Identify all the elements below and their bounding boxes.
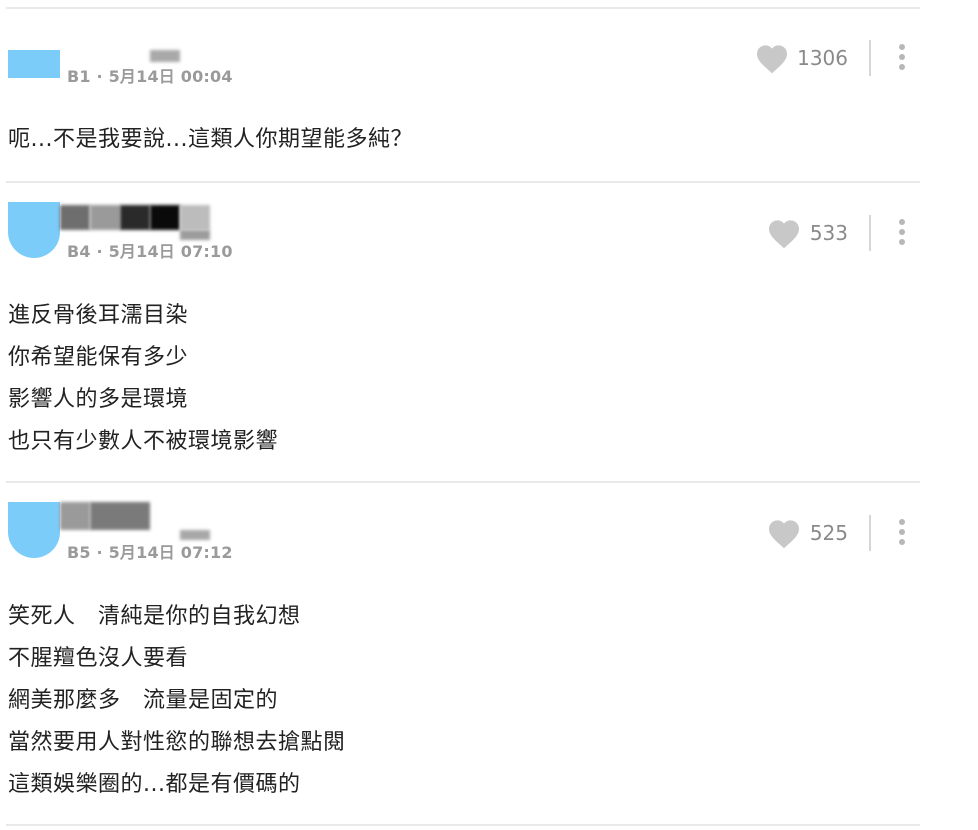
like-count: 525 xyxy=(809,521,848,545)
username-redacted xyxy=(120,205,150,230)
more-options-button[interactable] xyxy=(892,219,912,249)
like-button[interactable] xyxy=(755,44,791,76)
more-vertical-icon xyxy=(892,44,912,70)
heart-icon xyxy=(769,520,799,549)
more-options-button[interactable] xyxy=(892,519,912,549)
floor-label: B1 xyxy=(67,67,91,86)
post-time: 00:04 xyxy=(180,67,233,86)
vertical-divider xyxy=(869,40,871,76)
post-date: 5月14日 xyxy=(108,67,175,86)
vertical-divider xyxy=(869,215,871,251)
username-redacted xyxy=(150,50,180,62)
username-redacted xyxy=(60,205,90,230)
like-button[interactable] xyxy=(767,519,803,551)
heart-icon xyxy=(769,220,799,249)
username-redacted xyxy=(90,502,150,530)
floor-label: B5 xyxy=(67,543,91,562)
avatar[interactable] xyxy=(8,502,60,558)
post-date: 5月14日 xyxy=(108,242,175,261)
vertical-divider xyxy=(869,515,871,551)
avatar[interactable] xyxy=(8,202,60,258)
meta-separator: · xyxy=(96,242,103,261)
comment-text-line: 不腥羶色沒人要看 xyxy=(8,646,189,671)
comment-text-line: 這類娛樂圈的...都是有價碼的 xyxy=(8,772,301,797)
username-redacted xyxy=(90,205,120,230)
comment-text-line: 網美那麼多 流量是固定的 xyxy=(8,688,279,713)
comment-meta: B5 · 5月14日 07:12 xyxy=(67,539,233,563)
divider xyxy=(6,181,920,183)
comment-text-line: 呃...不是我要說...這類人你期望能多純？ xyxy=(8,127,413,152)
comment-meta: B4 · 5月14日 07:10 xyxy=(67,238,233,262)
floor-label: B4 xyxy=(67,242,91,261)
comment-text-line: 影響人的多是環境 xyxy=(8,387,189,412)
comment-thread: B1 · 5月14日 00:04 1306 呃...不是我要說...這類人你期望… xyxy=(0,0,978,830)
post-time: 07:12 xyxy=(180,543,233,562)
comment-text-line: 笑死人 清純是你的自我幻想 xyxy=(8,604,301,629)
username-redacted xyxy=(180,205,210,230)
like-count: 1306 xyxy=(797,46,848,70)
more-options-button[interactable] xyxy=(892,44,912,74)
divider xyxy=(6,7,920,9)
avatar[interactable] xyxy=(8,50,60,78)
meta-separator: · xyxy=(96,543,103,562)
username-redacted xyxy=(150,205,180,230)
more-vertical-icon xyxy=(892,219,912,245)
like-count: 533 xyxy=(809,221,848,245)
comment-text-line: 當然要用人對性慾的聯想去搶點閱 xyxy=(8,730,346,755)
comment-text-line: 你希望能保有多少 xyxy=(8,345,189,370)
divider xyxy=(6,481,920,483)
like-button[interactable] xyxy=(767,219,803,251)
comment-text-line: 進反骨後耳濡目染 xyxy=(8,303,189,328)
post-date: 5月14日 xyxy=(108,543,175,562)
divider xyxy=(6,824,920,826)
comment-meta: B1 · 5月14日 00:04 xyxy=(67,63,233,87)
comment-text-line: 也只有少數人不被環境影響 xyxy=(8,429,279,454)
heart-icon xyxy=(757,45,787,74)
username-redacted xyxy=(60,502,90,530)
post-time: 07:10 xyxy=(180,242,233,261)
meta-separator: · xyxy=(96,67,103,86)
more-vertical-icon xyxy=(892,519,912,545)
